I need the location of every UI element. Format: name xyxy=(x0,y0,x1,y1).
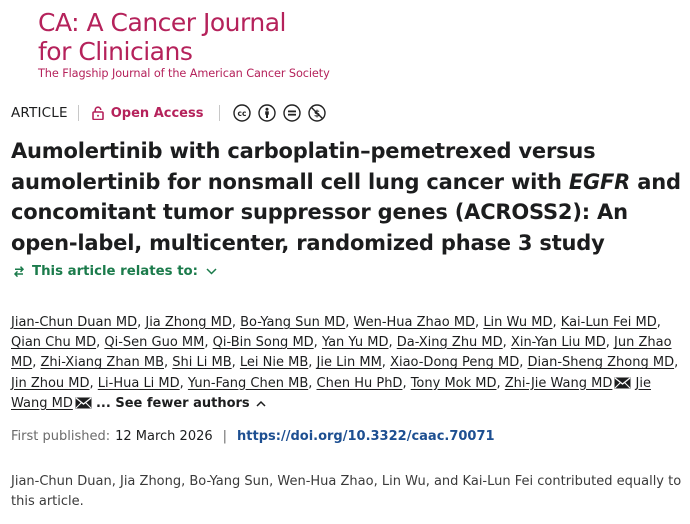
by-icon xyxy=(258,104,277,122)
journal-header[interactable]: CA: A Cancer Journal for Clinicians The … xyxy=(38,8,330,80)
author-link[interactable]: Bo-Yang Sun MD xyxy=(240,315,345,330)
author-link[interactable]: Jie Lin MM xyxy=(317,355,382,370)
author-link[interactable]: Tony Mok MD xyxy=(411,376,497,391)
article-title: Aumolertinib with carboplatin–pemetrexed… xyxy=(11,136,681,258)
see-fewer-authors-button[interactable]: ... See fewer authors xyxy=(96,396,266,411)
author-link[interactable]: Chen Hu PhD xyxy=(317,376,403,391)
author-link[interactable]: Lei Nie MB xyxy=(240,355,308,370)
divider xyxy=(219,105,221,121)
divider xyxy=(77,105,79,121)
separator: | xyxy=(222,429,228,444)
article-type: ARTICLE xyxy=(11,105,68,121)
author-link[interactable]: Zhi-Xiang Zhan MB xyxy=(41,355,165,370)
author-link[interactable]: Li-Hua Li MD xyxy=(98,376,180,391)
first-published-date: 12 March 2026 xyxy=(115,429,213,444)
author-link[interactable]: Zhi-Jie Wang MD xyxy=(505,376,613,391)
author-link[interactable]: Yun-Fang Chen MB xyxy=(188,376,308,391)
relates-toggle-button[interactable]: This article relates to: xyxy=(13,264,217,279)
author-link[interactable]: Jian-Chun Duan MD xyxy=(11,315,137,330)
author-link[interactable]: Dian-Sheng Zhong MD xyxy=(528,355,675,370)
relates-label: This article relates to: xyxy=(32,264,199,279)
swap-arrows-icon xyxy=(13,266,25,278)
open-access-label: Open Access xyxy=(110,105,204,121)
doi-link[interactable]: https://doi.org/10.3322/caac.70071 xyxy=(237,429,495,444)
author-link[interactable]: Wen-Hua Zhao MD xyxy=(353,315,475,330)
author-link[interactable]: Jin Zhou MD xyxy=(11,376,90,391)
nc-icon: $ xyxy=(308,104,327,122)
author-link[interactable]: Lin Wu MD xyxy=(483,315,552,330)
chevron-down-icon xyxy=(206,268,217,275)
envelope-icon[interactable] xyxy=(614,377,631,389)
author-link[interactable]: Da-Xing Zhu MD xyxy=(397,335,503,350)
article-meta-row: ARTICLE Open Access cc $ xyxy=(11,101,327,125)
author-link[interactable]: Qian Chu MD xyxy=(11,335,96,350)
author-link[interactable]: Yan Yu MD xyxy=(322,335,389,350)
cc-icon: cc xyxy=(233,104,252,122)
author-list: Jian-Chun Duan MD, Jia Zhong MD, Bo-Yang… xyxy=(11,315,679,411)
see-fewer-authors-label: ... See fewer authors xyxy=(95,395,250,411)
journal-subtitle: The Flagship Journal of the American Can… xyxy=(38,67,330,80)
author-link[interactable]: Shi Li MB xyxy=(172,355,231,370)
envelope-icon[interactable] xyxy=(75,397,92,409)
nd-icon xyxy=(283,104,302,122)
author-link[interactable]: Qi-Bin Song MD xyxy=(213,335,314,350)
journal-title-line1: CA: A Cancer Journal xyxy=(38,8,286,37)
author-link[interactable]: Qi-Sen Guo MM xyxy=(104,335,204,350)
first-published-label: First published: xyxy=(11,429,111,444)
publication-info: First published: 12 March 2026 | https:/… xyxy=(11,429,495,444)
title-part1: Aumolertinib with carboplatin–pemetrexed… xyxy=(11,139,596,194)
license-icons[interactable]: cc $ xyxy=(233,104,327,122)
author-link[interactable]: Xin-Yan Liu MD xyxy=(511,335,606,350)
equal-contribution-note: Jian-Chun Duan, Jia Zhong, Bo-Yang Sun, … xyxy=(11,474,682,509)
author-link[interactable]: Jia Zhong MD xyxy=(145,315,232,330)
chevron-up-icon xyxy=(256,400,266,407)
svg-text:cc: cc xyxy=(238,109,247,118)
title-gene: EGFR xyxy=(568,169,631,194)
author-link[interactable]: Kai-Lun Fei MD xyxy=(561,315,657,330)
unlock-icon xyxy=(91,106,104,120)
author-link[interactable]: Xiao-Dong Peng MD xyxy=(390,355,519,370)
open-access-badge: Open Access xyxy=(91,105,204,121)
journal-title-line2: for Clinicians xyxy=(38,37,193,66)
